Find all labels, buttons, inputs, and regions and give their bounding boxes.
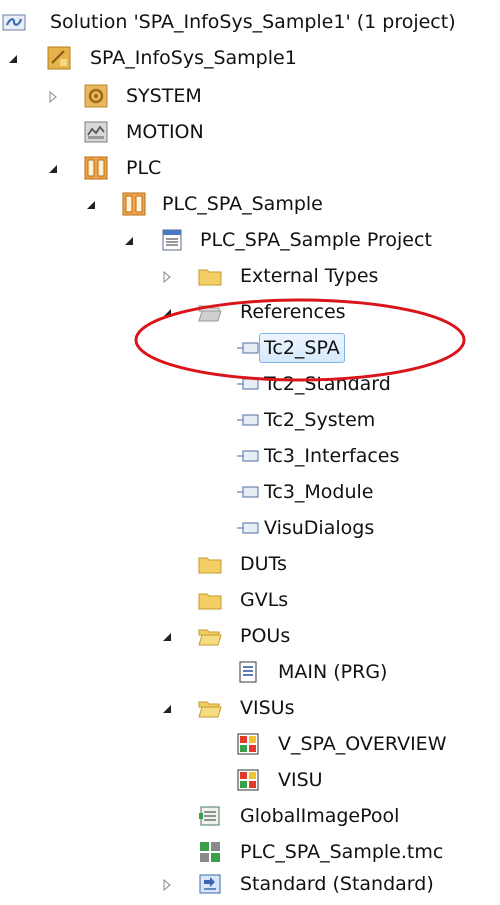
duts-label: DUTs [240, 553, 287, 575]
tree-row-solution[interactable]: Solution 'SPA_InfoSys_Sample1' (1 projec… [0, 4, 500, 40]
tree-row-reference-tc3-interfaces[interactable]: Tc3_Interfaces [0, 438, 480, 474]
reference-label-visudialogs: VisuDialogs [264, 517, 375, 539]
plc-project-inner-label: PLC_SPA_Sample Project [200, 229, 432, 251]
tree-row-plc-project-inner[interactable]: PLC_SPA_Sample Project [0, 222, 480, 258]
plc-project-label: PLC_SPA_Sample [162, 193, 323, 215]
tree-row-project[interactable]: SPA_InfoSys_Sample1 [0, 40, 480, 76]
system-label: SYSTEM [126, 85, 202, 107]
tree-row-v-spa-overview[interactable]: V_SPA_OVERVIEW [0, 726, 480, 762]
collapsed-arrow-icon[interactable] [160, 878, 174, 892]
project-document-icon [162, 229, 182, 251]
program-document-icon [239, 661, 257, 683]
twincat-project-icon [47, 46, 71, 70]
tree-row-reference-visudialogs[interactable]: VisuDialogs [0, 510, 480, 546]
library-reference-icon [237, 450, 259, 462]
tree-row-system[interactable]: SYSTEM [0, 78, 480, 114]
v-spa-overview-label: V_SPA_OVERVIEW [278, 733, 447, 755]
plc-icon [84, 156, 108, 180]
reference-label-tc2-system: Tc2_System [264, 409, 376, 431]
folder-icon [198, 593, 222, 610]
expanded-arrow-icon[interactable] [160, 306, 174, 320]
project-label: SPA_InfoSys_Sample1 [90, 47, 297, 69]
tmc-file-icon [200, 842, 220, 862]
tree-row-global-image-pool[interactable]: GlobalImagePool [0, 798, 480, 834]
motion-label: MOTION [126, 121, 204, 143]
plc-label: PLC [126, 157, 162, 179]
tree-row-plc[interactable]: PLC [0, 150, 480, 186]
reference-label-tc3-module: Tc3_Module [264, 481, 374, 503]
expanded-arrow-icon[interactable] [46, 162, 60, 176]
solution-icon [2, 14, 26, 31]
system-gear-icon [84, 84, 108, 108]
plc-project-icon [122, 192, 146, 216]
solution-label: Solution 'SPA_InfoSys_Sample1' (1 projec… [50, 11, 456, 33]
tree-row-reference-tc2-standard[interactable]: Tc2_Standard [0, 366, 480, 402]
tree-row-motion[interactable]: MOTION [0, 114, 480, 150]
tree-row-references[interactable]: References [0, 294, 480, 330]
tree-row-plc-project[interactable]: PLC_SPA_Sample [0, 186, 480, 222]
visualization-icon [237, 769, 259, 791]
pous-label: POUs [240, 625, 291, 647]
image-pool-icon [199, 806, 220, 826]
reference-label-tc3-interfaces: Tc3_Interfaces [264, 445, 400, 467]
gvls-label: GVLs [240, 589, 289, 611]
tree-row-reference-tc2-spa[interactable]: Tc2_SPA [0, 330, 480, 366]
external-types-label: External Types [240, 265, 379, 287]
tree-row-gvls[interactable]: GVLs [0, 582, 480, 618]
expanded-arrow-icon[interactable] [122, 234, 136, 248]
tree-row-reference-tc3-module[interactable]: Tc3_Module [0, 474, 480, 510]
open-folder-icon [198, 305, 222, 322]
collapsed-arrow-icon[interactable] [160, 270, 174, 284]
tree-row-visus[interactable]: VISUs [0, 690, 480, 726]
task-icon [199, 874, 221, 894]
folder-icon [198, 557, 222, 574]
tree-row-main-prg[interactable]: MAIN (PRG) [0, 654, 480, 690]
expanded-arrow-icon[interactable] [160, 630, 174, 644]
expanded-arrow-icon[interactable] [160, 702, 174, 716]
open-folder-icon [198, 701, 222, 718]
visu-label: VISU [278, 769, 323, 791]
folder-icon [198, 269, 222, 286]
references-label: References [240, 301, 346, 323]
tree-row-reference-tc2-system[interactable]: Tc2_System [0, 402, 480, 438]
reference-label-tc2-spa: Tc2_SPA [259, 333, 345, 363]
tmc-label: PLC_SPA_Sample.tmc [240, 841, 444, 863]
open-folder-icon [198, 629, 222, 646]
library-reference-icon [237, 522, 259, 534]
motion-icon [84, 121, 108, 143]
visus-label: VISUs [240, 697, 295, 719]
collapsed-arrow-icon[interactable] [46, 90, 60, 104]
main-prg-label: MAIN (PRG) [278, 661, 388, 683]
tree-row-visu[interactable]: VISU [0, 762, 480, 798]
standard-label: Standard (Standard) [240, 873, 434, 895]
tree-row-duts[interactable]: DUTs [0, 546, 480, 582]
visualization-icon [237, 733, 259, 755]
expanded-arrow-icon[interactable] [6, 52, 20, 66]
library-reference-icon [237, 342, 259, 354]
solution-explorer-tree: Solution 'SPA_InfoSys_Sample1' (1 projec… [0, 0, 500, 905]
tree-row-standard[interactable]: Standard (Standard) [0, 866, 480, 902]
library-reference-icon [237, 378, 259, 390]
expanded-arrow-icon[interactable] [84, 198, 98, 212]
tree-row-external-types[interactable]: External Types [0, 258, 480, 294]
tree-row-tmc[interactable]: PLC_SPA_Sample.tmc [0, 834, 480, 870]
library-reference-icon [237, 414, 259, 426]
library-reference-icon [237, 486, 259, 498]
global-image-pool-label: GlobalImagePool [240, 805, 400, 827]
reference-label-tc2-standard: Tc2_Standard [264, 373, 391, 395]
tree-row-pous[interactable]: POUs [0, 618, 480, 654]
